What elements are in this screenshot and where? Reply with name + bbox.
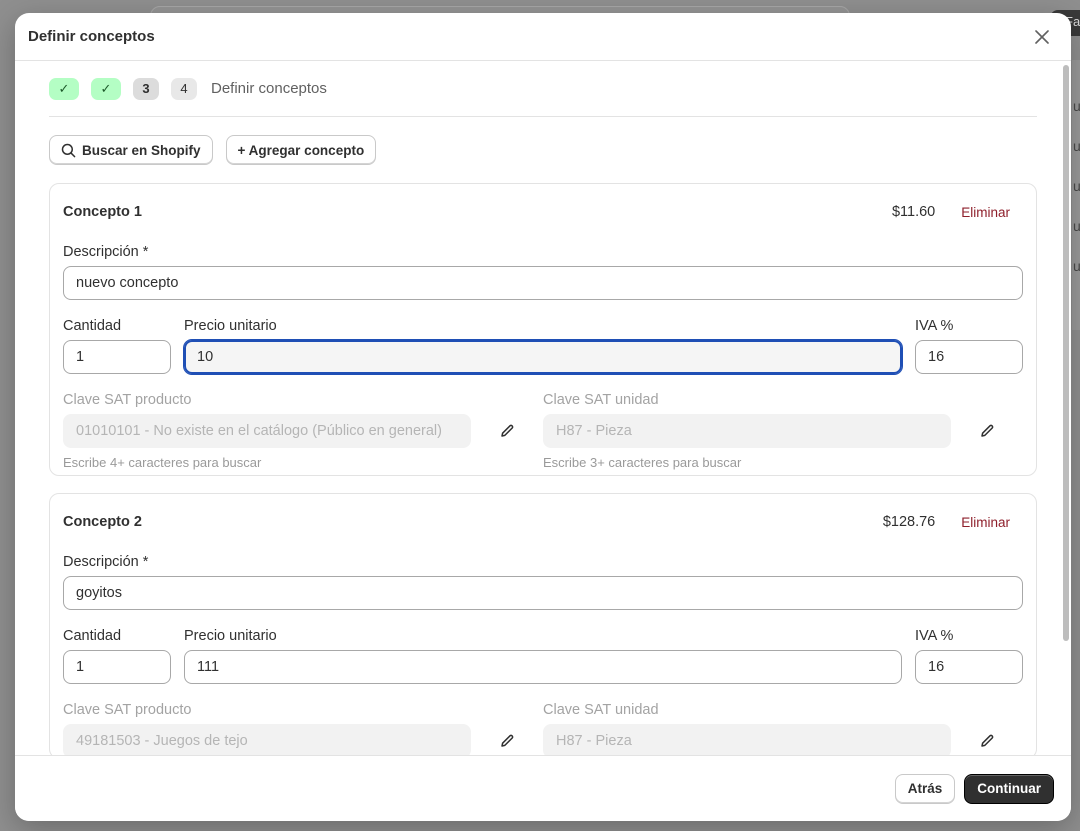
sat-unit-input: H87 - Pieza <box>543 414 951 448</box>
unit-price-input[interactable]: 10 <box>183 339 903 375</box>
close-icon <box>1035 29 1049 44</box>
concept-total: $128.76 <box>882 514 936 530</box>
iva-label: IVA % <box>915 318 954 334</box>
description-label: Descripción * <box>63 554 149 570</box>
edit-sat-unit-button[interactable] <box>969 724 1005 755</box>
iva-label: IVA % <box>915 628 954 644</box>
concept-card: Concepto 2 $128.76 Eliminar Descripción … <box>49 493 1037 755</box>
modal-footer: Atrás Continuar <box>15 755 1071 821</box>
concept-title: Concepto 1 <box>63 204 142 220</box>
edit-sat-product-button[interactable] <box>489 724 525 755</box>
sat-product-input: 01010101 - No existe en el catálogo (Púb… <box>63 414 471 448</box>
step-3-current: 3 <box>133 77 159 100</box>
close-button[interactable] <box>1029 24 1055 50</box>
step-current-label: Definir conceptos <box>211 80 327 97</box>
iva-input[interactable]: 16 <box>915 650 1023 684</box>
concept-total: $11.60 <box>891 204 936 220</box>
modal-scrollbar[interactable] <box>1063 65 1069 641</box>
modal-body[interactable]: ✓ ✓ 3 4 Definir conceptos Buscar en Shop… <box>15 61 1071 755</box>
delete-concept-button[interactable]: Eliminar <box>961 205 1010 220</box>
search-shopify-button[interactable]: Buscar en Shopify <box>49 135 213 165</box>
edit-sat-unit-button[interactable] <box>969 414 1005 448</box>
back-button[interactable]: Atrás <box>894 773 956 804</box>
pencil-icon <box>981 734 994 747</box>
description-label: Descripción * <box>63 244 149 260</box>
background-text: u <box>1073 138 1080 154</box>
pencil-icon <box>501 734 514 747</box>
add-concept-button[interactable]: + Agregar concepto <box>225 135 377 165</box>
check-icon: ✓ <box>100 80 112 96</box>
unit-price-input[interactable]: 111 <box>184 650 902 684</box>
unit-price-label: Precio unitario <box>184 628 277 644</box>
modal-title: Definir conceptos <box>28 28 155 45</box>
step-1-done: ✓ <box>49 77 79 100</box>
pencil-icon <box>501 424 514 437</box>
check-icon: ✓ <box>58 80 70 96</box>
add-concept-label: + Agregar concepto <box>237 142 365 158</box>
step-4-pending: 4 <box>171 77 197 100</box>
define-concepts-modal: Definir conceptos ✓ ✓ 3 4 Definir concep… <box>15 13 1071 821</box>
sat-unit-label: Clave SAT unidad <box>543 702 659 718</box>
search-shopify-label: Buscar en Shopify <box>82 142 201 158</box>
quantity-input[interactable]: 1 <box>63 650 171 684</box>
concept-card-header: Concepto 1 $11.60 Eliminar <box>63 184 1023 240</box>
description-input[interactable]: goyitos <box>63 576 1023 610</box>
delete-concept-button[interactable]: Eliminar <box>961 515 1010 530</box>
background-text: u <box>1073 258 1080 274</box>
background-text: u <box>1073 218 1080 234</box>
search-icon <box>61 143 76 157</box>
concept-card: Concepto 1 $11.60 Eliminar Descripción *… <box>49 183 1037 476</box>
sat-product-help: Escribe 4+ caracteres para buscar <box>63 455 262 470</box>
sat-product-label: Clave SAT producto <box>63 392 192 408</box>
modal-header: Definir conceptos <box>15 13 1071 61</box>
continue-button[interactable]: Continuar <box>964 773 1054 804</box>
quantity-input[interactable]: 1 <box>63 340 171 374</box>
concept-title: Concepto 2 <box>63 514 142 530</box>
sat-product-input: 49181503 - Juegos de tejo <box>63 724 471 755</box>
sat-unit-help: Escribe 3+ caracteres para buscar <box>543 455 742 470</box>
step-2-done: ✓ <box>91 77 121 100</box>
pencil-icon <box>981 424 994 437</box>
background-text: u <box>1073 178 1080 194</box>
sat-unit-label: Clave SAT unidad <box>543 392 659 408</box>
iva-input[interactable]: 16 <box>915 340 1023 374</box>
unit-price-label: Precio unitario <box>184 318 277 334</box>
concept-card-header: Concepto 2 $128.76 Eliminar <box>63 494 1023 550</box>
sat-unit-input: H87 - Pieza <box>543 724 951 755</box>
stepper: ✓ ✓ 3 4 Definir conceptos <box>49 61 1037 117</box>
quantity-label: Cantidad <box>63 628 122 644</box>
concept-actions: Buscar en Shopify + Agregar concepto <box>49 117 1037 183</box>
edit-sat-product-button[interactable] <box>489 414 525 448</box>
background-text: u <box>1073 98 1080 114</box>
quantity-label: Cantidad <box>63 318 122 334</box>
description-input[interactable]: nuevo concepto <box>63 266 1023 300</box>
sat-product-label: Clave SAT producto <box>63 702 192 718</box>
